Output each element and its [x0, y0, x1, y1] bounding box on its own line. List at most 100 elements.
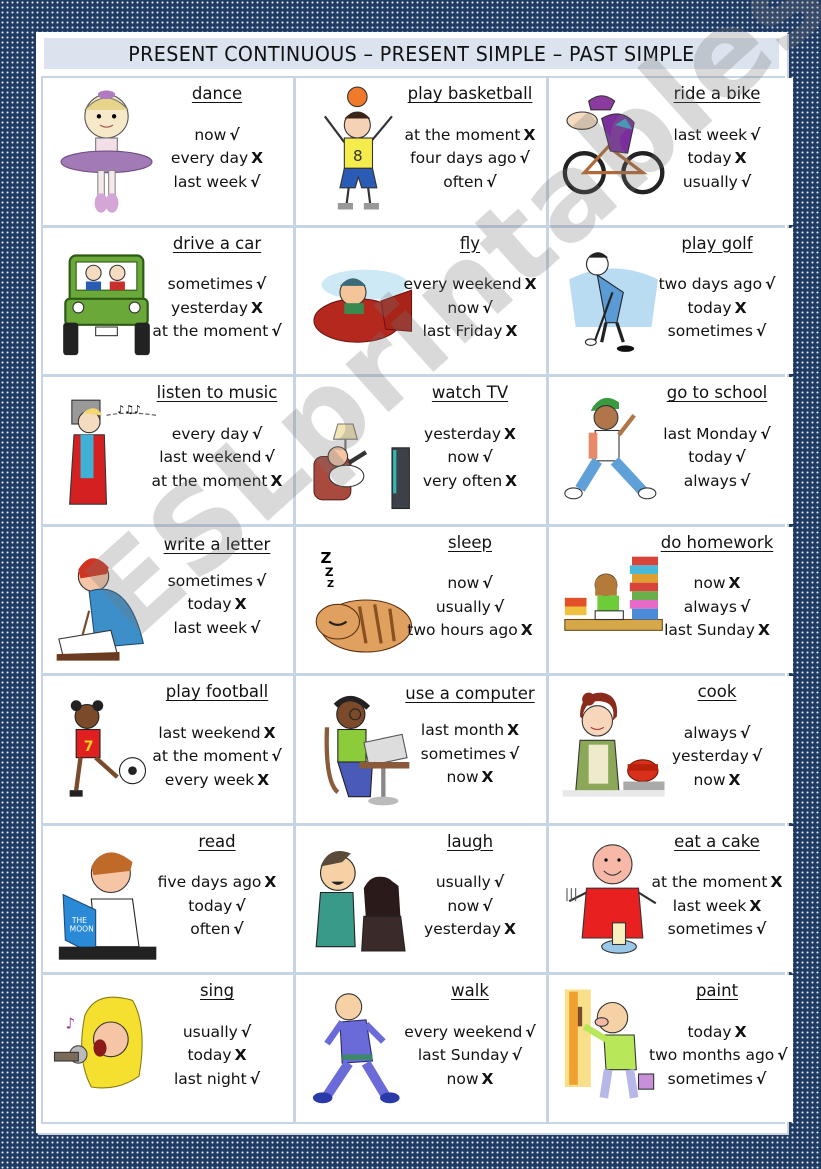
time-expression: five days ago X: [149, 871, 285, 895]
verb-heading: play football: [165, 682, 269, 702]
time-expression: often √: [402, 171, 538, 195]
verb-heading: ride a bike: [673, 84, 761, 103]
cross-mark-icon: X: [264, 873, 277, 892]
check-mark-icon: √: [739, 597, 751, 616]
cross-mark-icon: X: [734, 1022, 747, 1041]
time-expression-text: two days ago: [658, 275, 763, 294]
verb-card-text: play golf two days ago √ today Xsometimes √: [649, 232, 785, 344]
check-mark-icon: √: [255, 571, 267, 590]
time-expression-text: at the moment: [651, 873, 768, 892]
verb-card: play golf two days ago √ today Xsometimes √: [549, 227, 793, 375]
verb-card-text: sing usually √ today Xlast night √: [149, 979, 285, 1091]
cross-mark-icon: X: [523, 125, 536, 144]
football-player-icon: 7: [49, 684, 164, 814]
time-expression: today X: [649, 297, 785, 321]
time-expression-text: today: [687, 149, 732, 167]
time-expression: often √: [149, 918, 285, 942]
cross-mark-icon: X: [234, 1046, 247, 1065]
time-expression-text: usually: [435, 873, 491, 892]
time-expression-text: often: [190, 920, 231, 939]
time-expression: now X: [649, 572, 785, 596]
time-expression-text: at the moment: [151, 471, 268, 490]
time-expression: every day X: [149, 147, 285, 171]
verb-card: paint today Xtwo months ago √ sometimes √: [549, 975, 793, 1122]
verb-heading: do homework: [660, 532, 774, 552]
check-mark-icon: √: [508, 744, 520, 763]
time-expression-text: now: [446, 1069, 479, 1088]
verb-heading: paint: [695, 981, 739, 1001]
time-expression: today √: [149, 895, 285, 919]
check-mark-icon: √: [751, 747, 763, 766]
time-expression: two days ago √: [649, 273, 785, 297]
verb-card: walk every weekend √ last Sunday √ now X: [296, 975, 546, 1122]
time-expression-text: four days ago: [410, 149, 517, 167]
cross-mark-icon: X: [251, 149, 264, 167]
time-expression-text: yesterday: [171, 298, 249, 317]
check-mark-icon: √: [739, 723, 751, 742]
cross-mark-icon: X: [505, 322, 518, 341]
time-expression: last night √: [149, 1068, 285, 1092]
verb-heading: play basketball: [407, 84, 533, 103]
time-expression-text: always: [683, 723, 737, 742]
time-expression: today X: [649, 1021, 785, 1045]
time-expression: now √: [402, 572, 538, 596]
cross-mark-icon: X: [263, 723, 276, 742]
verb-card-text: drive a car sometimes √ yesterday Xat the mo…: [149, 232, 285, 344]
svg-text:7: 7: [84, 739, 94, 755]
time-expression-text: now: [194, 125, 227, 144]
time-expression-text: usually: [435, 597, 491, 616]
verb-card-text: write a letter sometimes √ today Xlast week √: [149, 531, 285, 641]
time-expression-text: always: [683, 597, 737, 616]
time-expression: last Sunday √: [402, 1044, 538, 1068]
verb-card-text: cook always √ yesterday √ now X: [649, 680, 785, 792]
time-expression-text: two hours ago: [407, 621, 518, 640]
time-expression-text: yesterday: [424, 920, 502, 939]
cross-mark-icon: X: [504, 424, 516, 443]
time-expression-text: at the moment: [152, 322, 269, 341]
time-expression: today X: [649, 147, 785, 171]
time-expression: every week X: [149, 769, 285, 793]
worksheet: PRESENT CONTINUOUS – PRESENT SIMPLE – PA…: [36, 32, 793, 1133]
check-mark-icon: √: [482, 448, 493, 467]
verb-card: use a computer last month Xsometimes √ now X: [296, 676, 546, 823]
time-expression-text: today: [187, 595, 232, 614]
check-mark-icon: √: [233, 920, 244, 939]
verb-card: 8 play basketball at the moment Xfour days …: [296, 78, 546, 225]
verb-heading: dance: [191, 84, 243, 103]
time-expression: now X: [649, 769, 785, 793]
svg-text:♪♫♪: ♪♫♪: [117, 403, 141, 416]
time-expression: now √: [402, 895, 538, 919]
time-expression-text: last Sunday: [417, 1046, 509, 1065]
svg-text:Z: Z: [327, 579, 334, 590]
time-expression: at the moment X: [149, 470, 285, 494]
cross-mark-icon: X: [734, 149, 747, 167]
check-mark-icon: √: [482, 298, 493, 317]
time-expression-text: last week: [672, 896, 747, 915]
verb-card-text: laugh usually √ now √ yesterday X: [402, 830, 538, 942]
time-expression: usually √: [402, 871, 538, 895]
time-expression-text: now: [447, 896, 480, 915]
time-expression-text: very often: [422, 471, 503, 490]
time-expression-text: yesterday: [424, 424, 502, 443]
time-expression: last week √: [149, 171, 285, 195]
sleeping-cat-icon: ZZZ: [302, 535, 417, 665]
time-expression-text: sometimes: [420, 744, 506, 763]
time-expression: at the moment X: [402, 124, 538, 148]
verb-card-text: eat a cake at the moment Xlast week Xsometi…: [649, 830, 785, 942]
time-expression: at the moment X: [649, 871, 785, 895]
time-expression-text: last Friday: [422, 322, 503, 341]
time-expression: always √: [649, 722, 785, 746]
check-mark-icon: √: [271, 322, 282, 341]
verb-card: THE MOON read five days ago Xtoday √ often √: [43, 825, 293, 973]
svg-text:Z: Z: [325, 565, 334, 579]
verb-heading: cook: [697, 682, 737, 702]
cross-mark-icon: X: [734, 298, 747, 317]
check-mark-icon: √: [765, 275, 776, 294]
verb-card-text: play football last weekend Xat the moment √…: [149, 680, 285, 792]
radio-listener-icon: ♪♫♪: [49, 385, 164, 515]
time-expression-text: now: [446, 768, 479, 787]
time-expression-text: last Monday: [663, 424, 758, 443]
cross-mark-icon: X: [251, 298, 263, 317]
verb-heading: read: [198, 831, 236, 851]
ballerina-icon: [49, 86, 164, 216]
